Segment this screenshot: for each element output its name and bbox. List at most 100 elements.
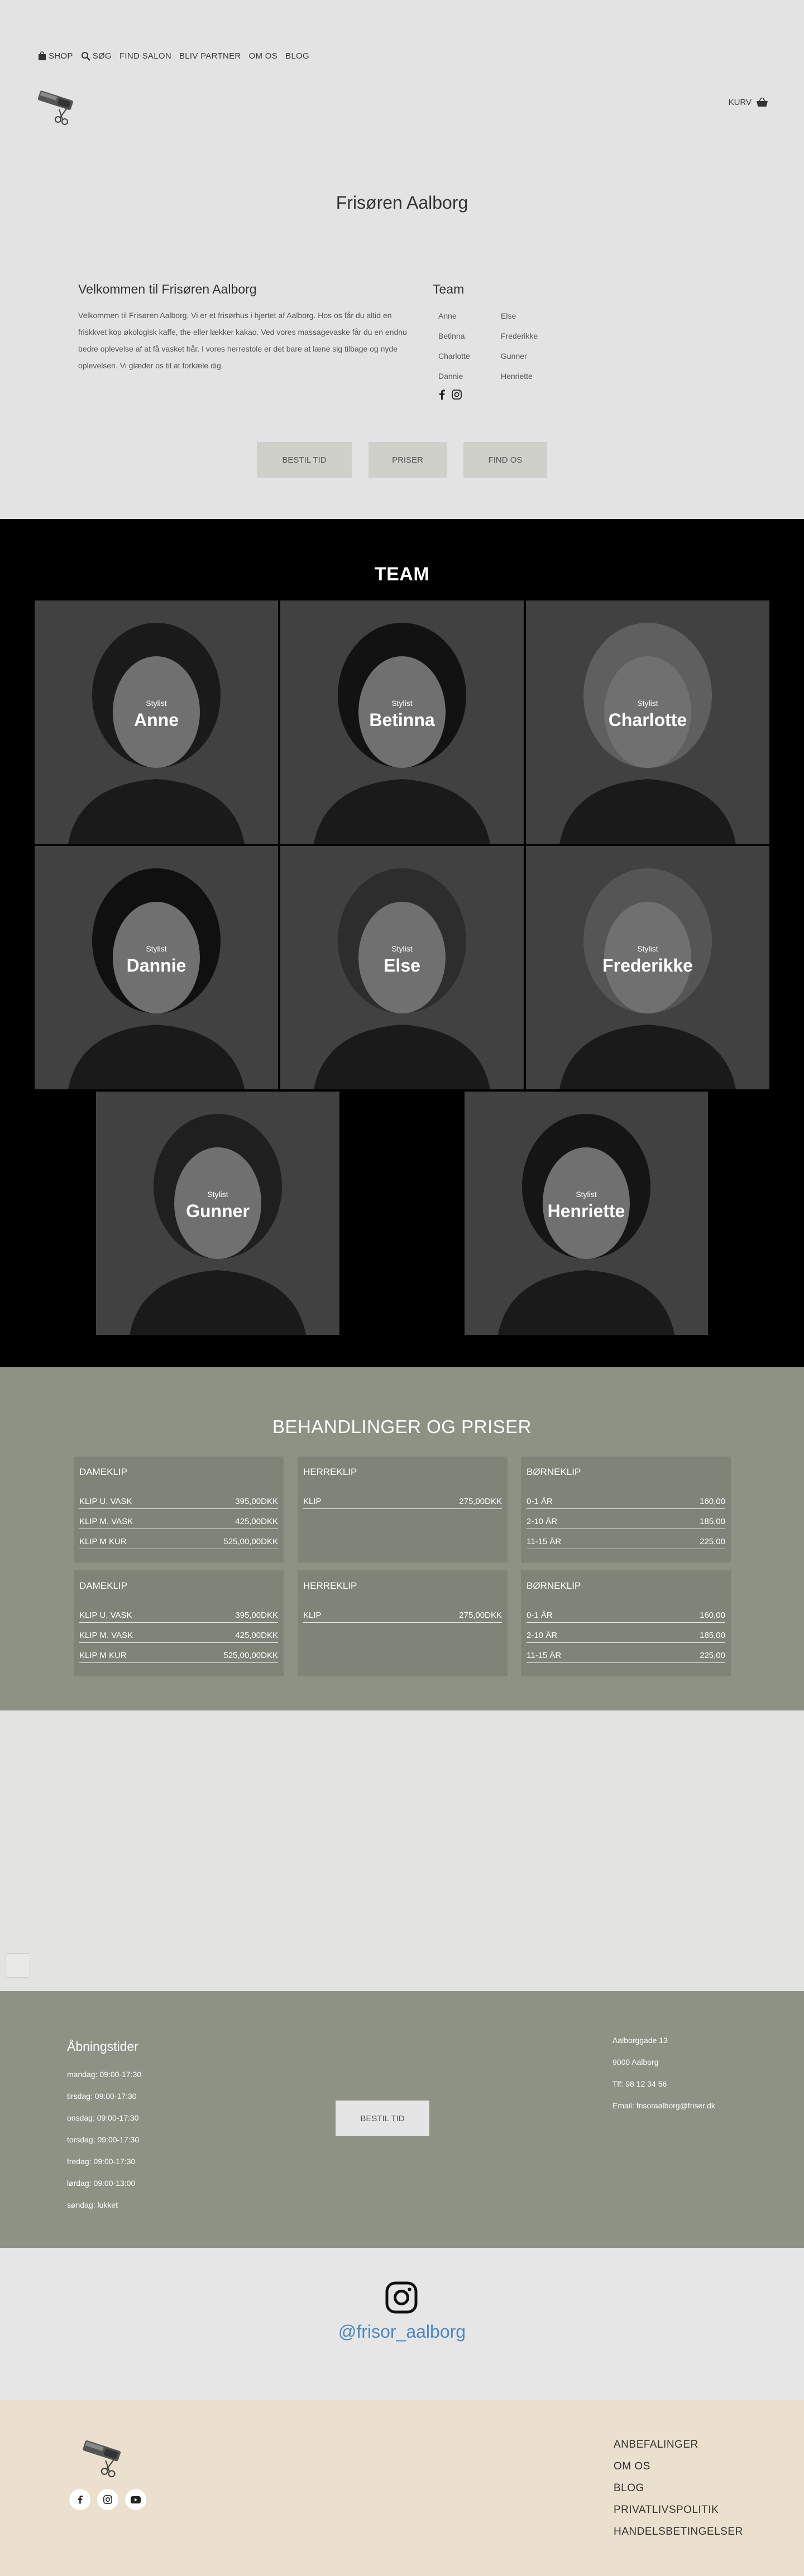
price-name: 2-10 ÅR — [527, 1517, 558, 1526]
team-card-name: Betinna — [369, 710, 435, 730]
team-section: TEAM Stylist Anne Stylist Betinna Stylist Cha… — [0, 519, 804, 1367]
team-card-frederikke[interactable]: Stylist Frederikke — [526, 846, 769, 1089]
search-icon — [81, 51, 90, 61]
opening-hours-title: Åbningstider — [67, 2039, 138, 2054]
price-row: KLIP U. VASK 395,00DKK — [79, 1493, 278, 1509]
team-card-name: Dannie — [126, 955, 186, 975]
footer-link-about[interactable]: OM OS — [614, 2460, 743, 2482]
book-button[interactable]: BESTIL TID — [257, 442, 352, 478]
price-value: 525,00,00DKK — [223, 1651, 278, 1660]
prices-section: BEHANDLINGER OG PRISER DAMEKLIP KLIP U. V… — [0, 1367, 804, 1710]
cart-link[interactable]: KURV — [729, 97, 768, 107]
price-value: 185,00 — [700, 1517, 725, 1526]
empty-content-area — [0, 1710, 804, 1989]
cart-label: KURV — [728, 97, 752, 107]
team-list-item[interactable]: Charlotte — [438, 352, 501, 361]
team-card-name: Else — [384, 955, 420, 975]
footer-link-privacy[interactable]: PRIVATLIVSPOLITIK — [614, 2504, 743, 2526]
team-card-dannie[interactable]: Stylist Dannie — [35, 846, 278, 1089]
phone-line[interactable]: Tlf: 98 12 34 56 — [612, 2079, 715, 2101]
nav-become-partner[interactable]: BLIV PARTNER — [179, 51, 241, 61]
team-card-henriette[interactable]: Stylist Henriette — [465, 1092, 708, 1335]
chat-widget-button[interactable] — [6, 1953, 30, 1978]
hours-line: lørdag: 09:00-13:00 — [67, 2179, 136, 2188]
email-line[interactable]: Email: frisoraalborg@friser.dk — [612, 2101, 715, 2123]
nav-find-salon[interactable]: FIND SALON — [119, 51, 171, 61]
facebook-icon[interactable] — [69, 2489, 90, 2510]
footer-links: ANBEFALINGER OM OS BLOG PRIVATLIVSPOLITI… — [614, 2439, 743, 2548]
hours-line: mandag: 09:00-17:30 — [67, 2070, 142, 2079]
salon-logo[interactable] — [35, 88, 79, 129]
salon-logo[interactable] — [79, 2438, 127, 2482]
top-nav: SHOP SØG FIND SALON BLIV PARTNER OM OS B… — [38, 49, 309, 63]
price-value: 425,00DKK — [235, 1517, 278, 1526]
team-card-role: Stylist — [391, 699, 413, 708]
price-name: KLIP M. VASK — [79, 1631, 133, 1640]
price-row: KLIP M. VASK 425,00DKK — [79, 1627, 278, 1643]
team-list-item[interactable]: Frederikke — [501, 331, 563, 340]
instagram-handle-link[interactable]: @frisor_aalborg — [0, 2322, 804, 2342]
team-card-name: Charlotte — [608, 710, 687, 730]
footer-book-button[interactable]: BESTIL TID — [336, 2101, 429, 2136]
nav-about[interactable]: OM OS — [249, 51, 278, 61]
price-group-title: BØRNEKLIP — [527, 1467, 581, 1477]
instagram-icon[interactable] — [452, 390, 462, 400]
team-card-gunner[interactable]: Stylist Gunner — [96, 1092, 339, 1335]
page-title: Frisøren Aalborg — [336, 193, 468, 213]
address-line: Aalborggade 13 — [612, 2036, 668, 2045]
footer-link-blog[interactable]: BLOG — [614, 2482, 743, 2504]
team-card-charlotte[interactable]: Stylist Charlotte — [526, 600, 769, 844]
footer-link-terms[interactable]: HANDELSBETINGELSER — [614, 2526, 743, 2548]
team-list-item[interactable]: Betinna — [438, 331, 501, 340]
nav-search[interactable]: SØG — [81, 51, 112, 61]
team-list-item[interactable]: Henriette — [501, 372, 563, 381]
team-list-item[interactable]: Else — [501, 311, 563, 320]
price-group-title: BØRNEKLIP — [527, 1580, 581, 1591]
team-card-role: Stylist — [637, 699, 658, 708]
youtube-icon[interactable] — [125, 2489, 146, 2510]
price-row: 2-10 ÅR 185,00 — [527, 1627, 725, 1643]
price-group: BØRNEKLIP 0-1 ÅR 160,00 2-10 ÅR 185,00 11-15 … — [521, 1457, 731, 1563]
team-card-betinna[interactable]: Stylist Betinna — [280, 600, 524, 844]
shopping-bag-icon — [39, 51, 46, 60]
nav-blog[interactable]: BLOG — [285, 51, 309, 61]
hours-line: søndag: lukket — [67, 2200, 118, 2209]
team-card-else[interactable]: Stylist Else — [280, 846, 524, 1089]
prices-title: BEHANDLINGER OG PRISER — [272, 1416, 532, 1437]
city-line: 9000 Aalborg — [612, 2058, 659, 2066]
price-name: KLIP M. VASK — [79, 1517, 133, 1526]
hours-line: onsdag: 09:00-17:30 — [67, 2113, 139, 2122]
team-list-item[interactable]: Gunner — [501, 352, 563, 361]
nav-shop[interactable]: SHOP — [38, 51, 73, 61]
bottom-footer: ANBEFALINGER OM OS BLOG PRIVATLIVSPOLITI… — [0, 2400, 804, 2576]
prices-button[interactable]: PRISER — [368, 442, 447, 478]
team-list-block: Team Anne Else Betinna Frederikke Charlo… — [433, 282, 567, 400]
basket-icon — [757, 97, 768, 107]
team-list-item[interactable]: Anne — [438, 311, 501, 320]
price-name: 11-15 ÅR — [527, 1651, 562, 1660]
team-section-title: TEAM — [374, 564, 430, 585]
price-value: 395,00DKK — [235, 1611, 278, 1620]
price-row: KLIP 275,00DKK — [303, 1607, 502, 1623]
price-group: DAMEKLIP KLIP U. VASK 395,00DKK KLIP M. VAS… — [74, 1570, 284, 1676]
team-card-anne[interactable]: Stylist Anne — [35, 600, 278, 844]
price-name: 11-15 ÅR — [527, 1537, 562, 1546]
team-list: Anne Else Betinna Frederikke Charlotte G… — [433, 311, 567, 381]
price-row: 11-15 ÅR 225,00 — [527, 1534, 725, 1549]
instagram-icon[interactable] — [97, 2489, 118, 2510]
welcome-heading: Velkommen til Frisøren Aalborg — [78, 282, 257, 296]
facebook-icon[interactable] — [438, 390, 445, 400]
price-name: KLIP M KUR — [79, 1537, 127, 1546]
find-us-button[interactable]: FIND OS — [463, 442, 547, 478]
hours-line: torsdag: 09:00-17:30 — [67, 2135, 140, 2144]
instagram-icon[interactable] — [385, 2281, 418, 2314]
price-row: KLIP M. VASK 425,00DKK — [79, 1513, 278, 1529]
price-group-title: DAMEKLIP — [79, 1580, 127, 1591]
price-row: KLIP 275,00DKK — [303, 1493, 502, 1509]
price-name: KLIP — [303, 1611, 322, 1620]
footer-link-recommendations[interactable]: ANBEFALINGER — [614, 2439, 743, 2460]
team-card-role: Stylist — [146, 699, 167, 708]
price-name: 0-1 ÅR — [527, 1611, 553, 1620]
price-value: 275,00DKK — [459, 1611, 502, 1620]
team-list-item[interactable]: Dannie — [438, 372, 501, 381]
